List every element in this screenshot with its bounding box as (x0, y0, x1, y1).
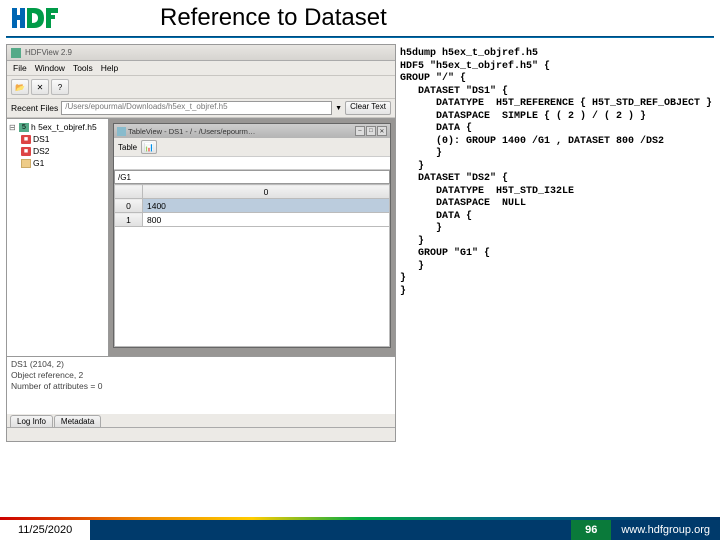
table-cell[interactable]: 1400 (143, 199, 390, 213)
slide-title: Reference to Dataset (160, 4, 387, 32)
collapse-icon[interactable]: ⊟ (9, 123, 17, 132)
chart-button[interactable]: 📊 (141, 140, 157, 154)
tree-item-label: G1 (33, 158, 44, 168)
info-panel: DS1 (2104, 2) Object reference, 2 Number… (7, 356, 395, 414)
toolbar: 📂 ✕ ? (7, 76, 395, 99)
tableview-window: TableView - DS1 - / - /Users/epourm… ‒ □… (113, 123, 391, 348)
table-row: 0 1400 (115, 199, 390, 213)
column-header[interactable]: 0 (143, 185, 390, 199)
info-line: Number of attributes = 0 (11, 381, 391, 392)
window-title-text: HDFView 2.9 (25, 48, 72, 57)
info-line: DS1 (2104, 2) (11, 359, 391, 370)
table-menu[interactable]: Table (118, 143, 137, 152)
hdf-logo-icon (12, 4, 60, 32)
tree-panel: ⊟ 5 h 5ex_t_objref.h5 ■ DS1 ■ DS2 G1 (7, 119, 109, 356)
maximize-button[interactable]: □ (366, 126, 376, 136)
table-row: 1 800 (115, 213, 390, 227)
help-icon: ? (58, 83, 62, 92)
h5dump-output: h5dump h5ex_t_objref.h5 HDF5 "h5ex_t_obj… (398, 44, 714, 442)
footer-row: 11/25/2020 96 www.hdfgroup.org (0, 520, 720, 540)
tree-item-g1[interactable]: G1 (9, 157, 106, 169)
help-button[interactable]: ? (51, 79, 69, 95)
pagination-bar (114, 156, 390, 170)
cell-value-display: /G1 (114, 170, 390, 184)
tableview-title-text: TableView - DS1 - / - /Users/epourm… (128, 127, 255, 136)
window-titlebar: HDFView 2.9 (7, 45, 395, 61)
footer-date: 11/25/2020 (0, 520, 90, 540)
file-icon: 5 (19, 123, 29, 132)
corner-cell (115, 185, 143, 199)
table-empty-area (114, 227, 390, 347)
menu-window[interactable]: Window (35, 63, 65, 73)
minimize-button[interactable]: ‒ (355, 126, 365, 136)
status-bar (7, 427, 395, 441)
footer-spacer (90, 520, 571, 540)
slide-content: HDFView 2.9 File Window Tools Help 📂 ✕ ?… (0, 42, 720, 444)
recent-files-row: Recent Files /Users/epourmal/Downloads/h… (7, 99, 395, 118)
tree-item-ds1[interactable]: ■ DS1 (9, 133, 106, 145)
tableview-toolbar: Table 📊 (114, 138, 390, 156)
recent-files-input[interactable]: /Users/epourmal/Downloads/h5ex_t_objref.… (61, 101, 332, 115)
tree-root-label: h 5ex_t_objref.h5 (31, 122, 97, 132)
menu-tools[interactable]: Tools (73, 63, 93, 73)
row-header[interactable]: 0 (115, 199, 143, 213)
hdf-logo (12, 4, 60, 32)
info-line: Object reference, 2 (11, 370, 391, 381)
group-icon (21, 159, 31, 168)
header-divider (6, 36, 714, 38)
tree-root[interactable]: ⊟ 5 h 5ex_t_objref.h5 (9, 121, 106, 133)
dropdown-icon[interactable]: ▼ (335, 105, 342, 112)
footer-url: www.hdfgroup.org (611, 520, 720, 540)
tableview-titlebar: TableView - DS1 - / - /Users/epourm… ‒ □… (114, 124, 390, 138)
tab-log-info[interactable]: Log Info (10, 415, 53, 427)
tree-item-ds2[interactable]: ■ DS2 (9, 145, 106, 157)
close-button[interactable]: ✕ (31, 79, 49, 95)
hdfview-window: HDFView 2.9 File Window Tools Help 📂 ✕ ?… (6, 44, 396, 442)
dataset-icon: ■ (21, 135, 31, 144)
chart-icon: 📊 (144, 143, 154, 152)
menu-help[interactable]: Help (101, 63, 118, 73)
info-tabs: Log Info Metadata (7, 414, 395, 427)
menu-file[interactable]: File (13, 63, 27, 73)
tab-metadata[interactable]: Metadata (54, 415, 101, 427)
mdi-area: TableView - DS1 - / - /Users/epourm… ‒ □… (109, 119, 395, 356)
menubar: File Window Tools Help (7, 61, 395, 76)
close-window-button[interactable]: ✕ (377, 126, 387, 136)
folder-icon: 📂 (15, 83, 25, 92)
slide-header: Reference to Dataset (0, 0, 720, 36)
table-cell[interactable]: 800 (143, 213, 390, 227)
clear-text-button[interactable]: Clear Text (345, 101, 391, 115)
data-table: 0 0 1400 1 800 (114, 184, 390, 227)
slide-footer: 11/25/2020 96 www.hdfgroup.org (0, 517, 720, 540)
app-icon (11, 48, 21, 58)
open-button[interactable]: 📂 (11, 79, 29, 95)
footer-page-number: 96 (571, 520, 611, 540)
recent-files-label: Recent Files (11, 103, 58, 113)
hdfview-body: ⊟ 5 h 5ex_t_objref.h5 ■ DS1 ■ DS2 G1 (7, 118, 395, 356)
close-icon: ✕ (37, 83, 44, 92)
table-icon (117, 127, 126, 136)
table-header-row: 0 (115, 185, 390, 199)
tree-item-label: DS2 (33, 146, 50, 156)
dataset-icon: ■ (21, 147, 31, 156)
row-header[interactable]: 1 (115, 213, 143, 227)
tree-item-label: DS1 (33, 134, 50, 144)
